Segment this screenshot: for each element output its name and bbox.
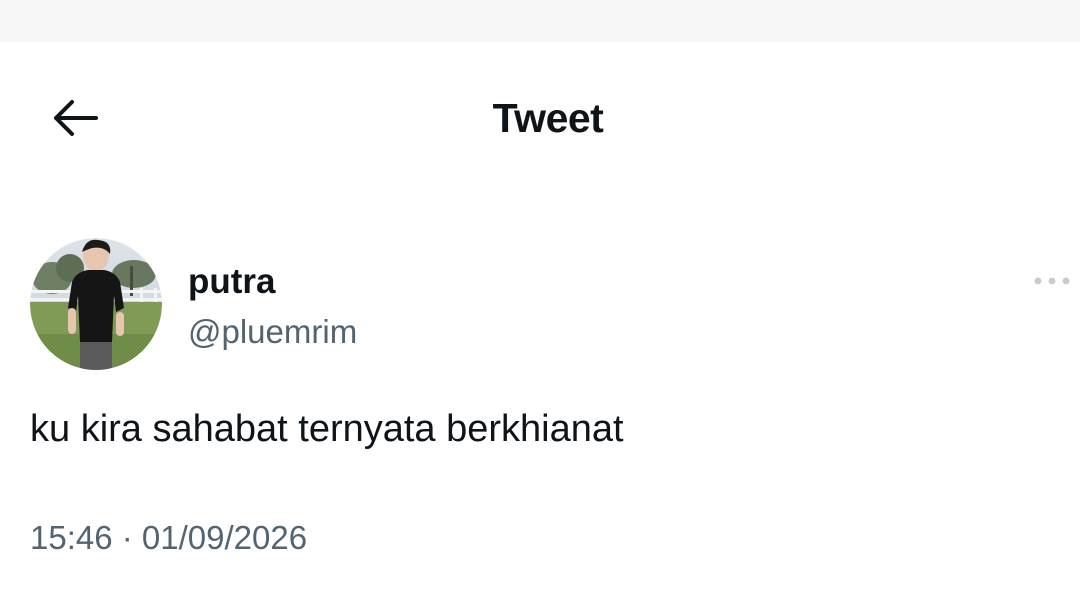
more-horizontal-icon bbox=[1034, 277, 1070, 285]
avatar[interactable] bbox=[30, 238, 162, 370]
tweet-text: ku kira sahabat ternyata berkhianat bbox=[30, 408, 624, 450]
profile-photo bbox=[30, 238, 162, 370]
top-navigation-bar: Tweet bbox=[0, 42, 1080, 192]
tweet-time: 15:46 bbox=[30, 519, 113, 556]
tweet-timestamp[interactable]: 15:46 · 01/09/2026 bbox=[30, 516, 307, 560]
tweet-detail-screen: Tweet putra @pluemrim ku kira sahabat te… bbox=[0, 0, 1080, 602]
status-bar-area bbox=[0, 0, 1080, 42]
author-display-name[interactable]: putra bbox=[188, 262, 276, 302]
more-options-button[interactable] bbox=[1030, 266, 1074, 296]
timestamp-separator: · bbox=[112, 519, 142, 556]
author-handle[interactable]: @pluemrim bbox=[188, 312, 357, 352]
tweet-author-row: putra @pluemrim bbox=[30, 238, 1070, 372]
tweet-date: 01/09/2026 bbox=[141, 519, 308, 556]
page-title: Tweet bbox=[492, 95, 604, 141]
